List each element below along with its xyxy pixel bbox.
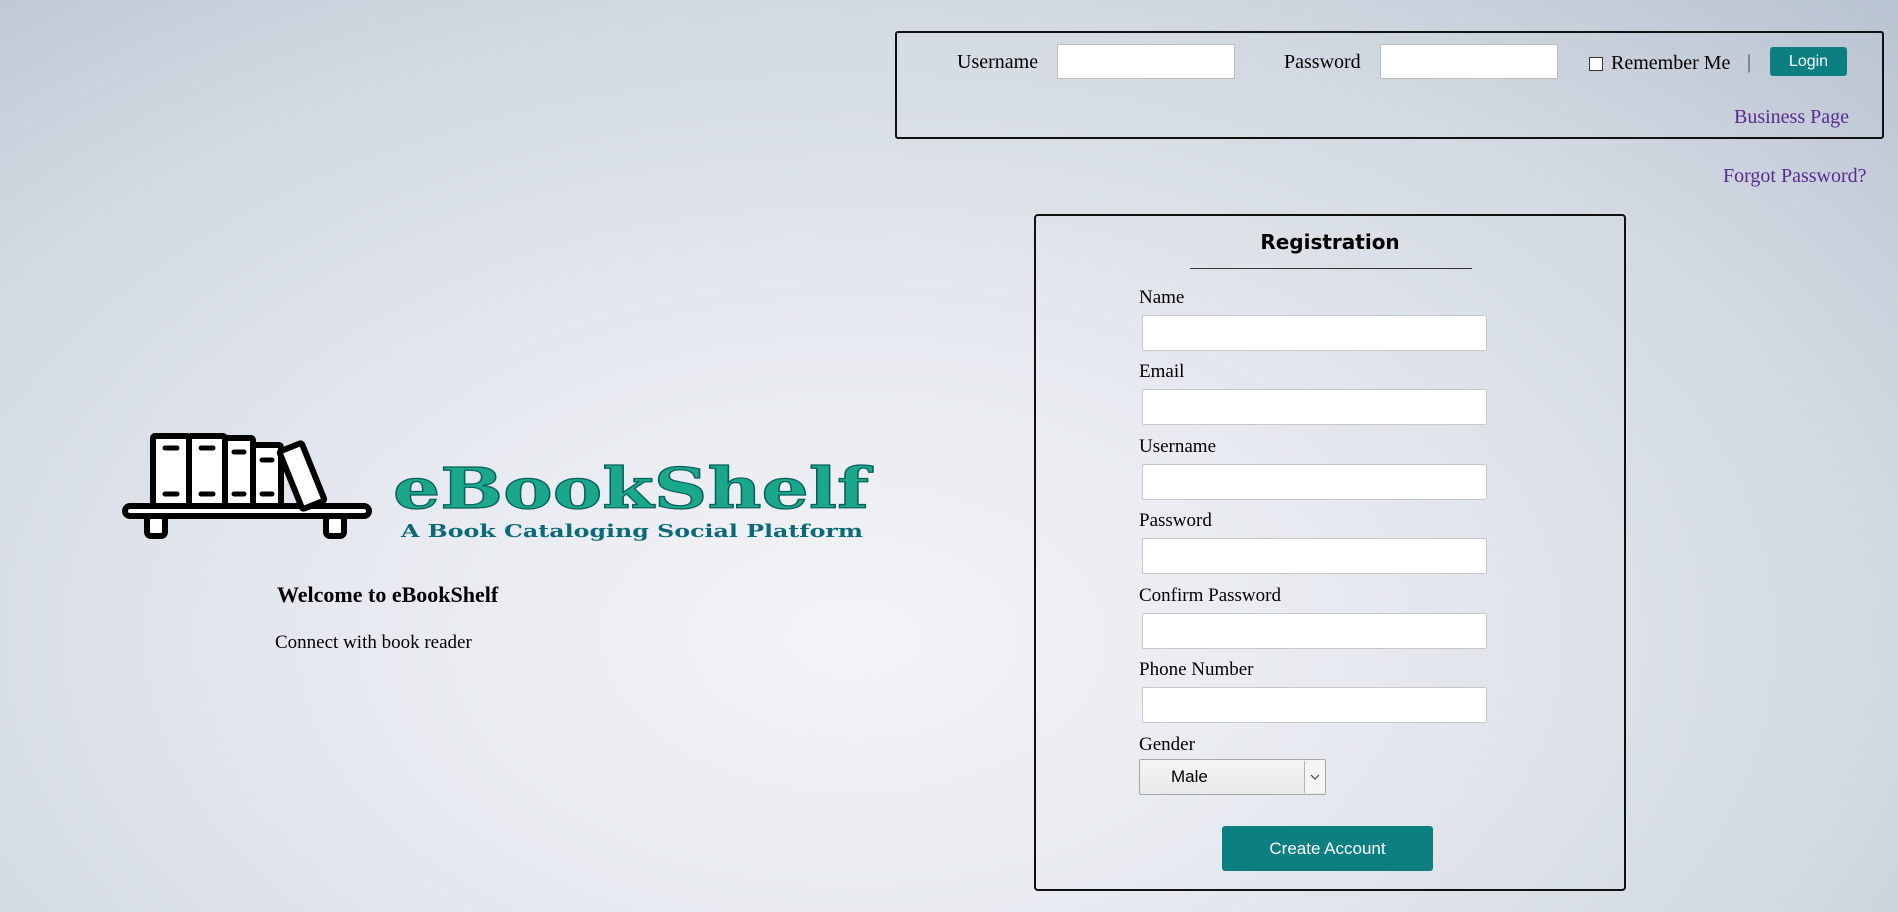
login-password-input[interactable] [1380,44,1558,79]
email-input[interactable] [1142,389,1487,425]
business-page-link[interactable]: Business Page [1734,106,1849,129]
password-input[interactable] [1142,538,1487,574]
username-label: Username [1139,436,1217,457]
ebookshelf-logo: eBookShelf A Book Cataloging Social Plat… [120,428,880,548]
login-password-label: Password [1284,51,1361,73]
confirm-password-label: Confirm Password [1139,585,1281,606]
phone-number-label: Phone Number [1139,659,1254,680]
gender-select[interactable]: Male [1139,759,1326,795]
remember-me-checkbox[interactable] [1589,56,1603,71]
name-label: Name [1139,287,1185,308]
remember-me[interactable]: Remember Me [1589,52,1730,75]
registration-form: Registration Name Email Username Passwor… [1034,214,1626,891]
forgot-password-link[interactable]: Forgot Password? [1723,165,1867,188]
login-panel: Username Password Remember Me | Login Bu… [895,31,1884,139]
chevron-down-icon[interactable] [1304,761,1325,793]
phone-number-input[interactable] [1142,687,1487,723]
login-username-input[interactable] [1057,44,1235,79]
logo-tagline: A Book Cataloging Social Platform [400,521,863,542]
gender-selected-value: Male [1171,767,1208,786]
welcome-title: Welcome to eBookShelf [277,582,499,607]
welcome-subtitle: Connect with book reader [275,632,472,653]
bookshelf-icon: eBookShelf A Book Cataloging Social Plat… [122,433,875,542]
confirm-password-input[interactable] [1142,613,1487,649]
gender-label: Gender [1139,734,1195,755]
login-username-label: Username [957,51,1039,73]
remember-me-label: Remember Me [1611,52,1731,74]
login-separator: | [1747,51,1752,73]
create-account-button[interactable]: Create Account [1222,826,1433,871]
name-input[interactable] [1142,315,1487,351]
username-input[interactable] [1142,464,1487,500]
password-label: Password [1139,510,1212,531]
email-label: Email [1139,361,1185,382]
login-button[interactable]: Login [1770,47,1847,76]
registration-title: Registration [1260,230,1400,254]
title-divider [1190,268,1472,269]
logo-wordmark: eBookShelf [393,456,874,522]
